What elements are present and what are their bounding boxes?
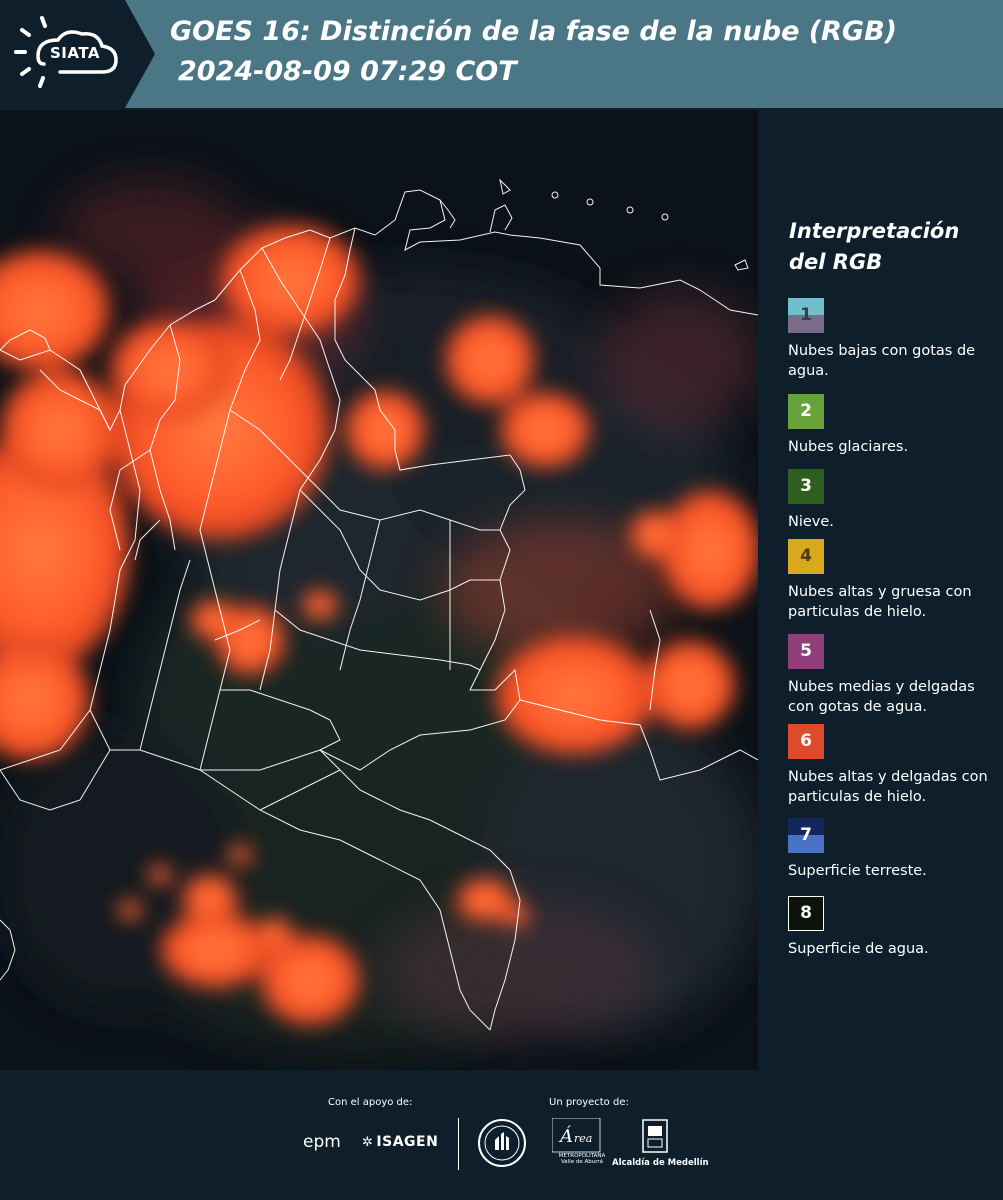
legend-swatch-5: 5 — [788, 634, 824, 669]
svg-text:Á: Á — [558, 1124, 573, 1147]
legend-label-5: Nubes medias y delgadas con gotas de agu… — [788, 679, 975, 715]
legend-item-7: 7 Superficie terreste. — [788, 818, 998, 881]
siata-logo-text: SIATA — [50, 44, 101, 62]
legend-item-3: 3 Nieve. — [788, 469, 998, 532]
legend-swatch-8: 8 — [788, 896, 824, 931]
legend-swatch-1: 1 — [788, 298, 824, 333]
alcaldia-crest-icon — [642, 1119, 668, 1153]
map-svg — [0, 110, 758, 1070]
legend-swatch-7: 7 — [788, 818, 824, 853]
footer-divider — [458, 1118, 459, 1170]
legend-label-6: Nubes altas y delgadas con particulas de… — [788, 769, 988, 805]
page-timestamp: 2024-08-09 07:29 COT — [178, 56, 517, 87]
legend-item-6: 6 Nubes altas y delgadas con particulas … — [788, 724, 998, 807]
isagen-logo: ✲ ISAGEN — [362, 1134, 439, 1150]
legend-item-5: 5 Nubes medias y delgadas con gotas de a… — [788, 634, 998, 717]
siata-logo: SIATA — [0, 0, 155, 108]
legend-panel: Interpretación del RGB 1 Nubes bajas con… — [760, 110, 1003, 1070]
satellite-map — [0, 110, 758, 1070]
legend-item-8: 8 Superficie de agua. — [788, 896, 998, 959]
legend-item-1: 1 Nubes bajas con gotas de agua. — [788, 298, 998, 381]
support-label: Con el apoyo de: — [328, 1097, 413, 1108]
legend-swatch-6: 6 — [788, 724, 824, 759]
legend-label-4: Nubes altas y gruesa con particulas de h… — [788, 584, 972, 620]
seal-emblem — [478, 1119, 526, 1167]
legend-item-4: 4 Nubes altas y gruesa con particulas de… — [788, 539, 998, 622]
legend-swatch-4: 4 — [788, 539, 824, 574]
legend-label-8: Superficie de agua. — [788, 941, 929, 957]
footer: Con el apoyo de: Un proyecto de: epm ✲ IS… — [0, 1070, 1003, 1200]
page-title: GOES 16: Distinción de la fase de la nub… — [170, 16, 897, 47]
epm-logo: epm — [303, 1132, 341, 1152]
legend-label-1: Nubes bajas con gotas de agua. — [788, 343, 976, 379]
alcaldia-label: Alcaldía de Medellín — [612, 1158, 709, 1168]
legend-swatch-3: 3 — [788, 469, 824, 504]
isagen-mark-icon: ✲ — [362, 1135, 374, 1150]
area-metropolitana-logo: Á rea — [552, 1118, 601, 1153]
legend-label-2: Nubes glaciares. — [788, 439, 909, 455]
legend-label-7: Superficie terreste. — [788, 863, 927, 879]
legend-item-2: 2 Nubes glaciares. — [788, 394, 998, 457]
legend-title: Interpretación del RGB — [789, 219, 960, 274]
project-label: Un proyecto de: — [549, 1097, 629, 1108]
legend-label-3: Nieve. — [788, 514, 834, 530]
header-bar: SIATA GOES 16: Distinción de la fase de … — [0, 0, 1003, 108]
area-metropolitana-subtitle: METROPOLITANA Valle de Aburrá — [558, 1153, 606, 1165]
svg-text:rea: rea — [574, 1132, 592, 1145]
legend-swatch-2: 2 — [788, 394, 824, 429]
